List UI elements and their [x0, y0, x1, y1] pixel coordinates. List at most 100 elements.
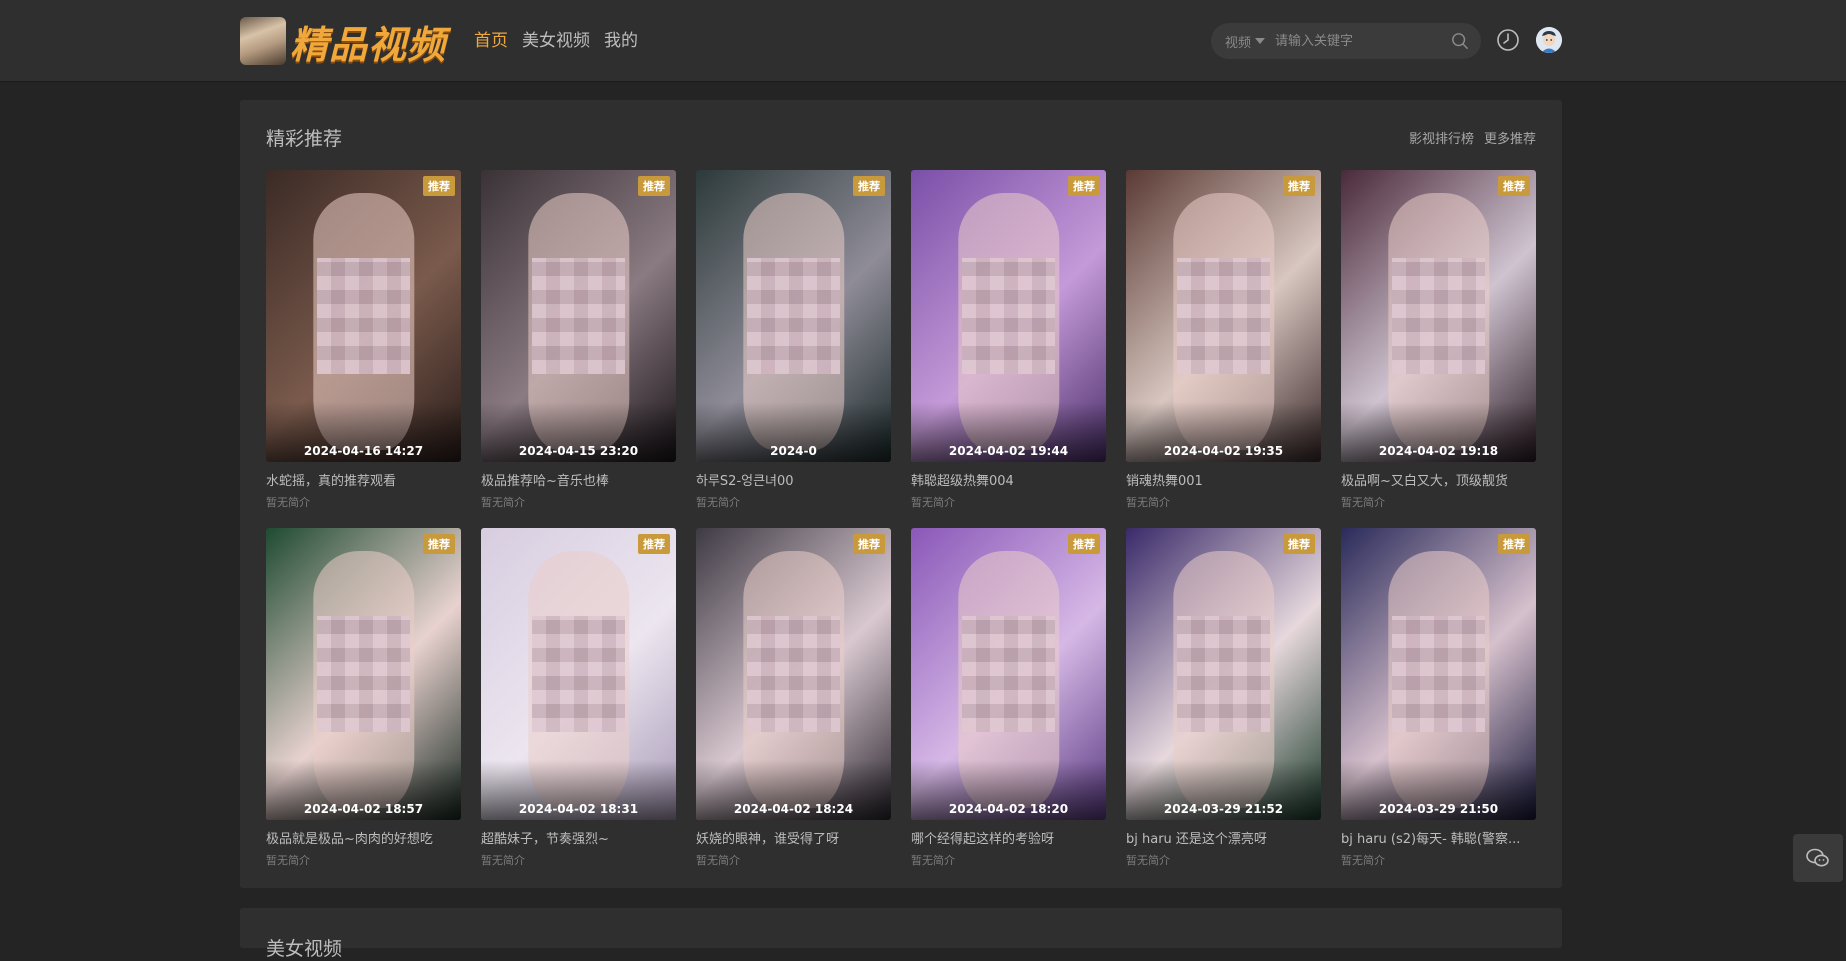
video-description: 暂无简介 — [266, 854, 310, 867]
recommend-badge: 推荐 — [1283, 176, 1315, 196]
recommend-badge: 推荐 — [853, 534, 885, 554]
video-description: 暂无简介 — [1126, 496, 1170, 509]
video-date: 2024-04-02 19:44 — [948, 444, 1069, 458]
video-date: 2024-04-15 23:20 — [518, 444, 639, 458]
nav-beauty-videos[interactable]: 美女视频 — [522, 26, 590, 51]
recommend-panel: 精彩推荐 影视排行榜 更多推荐 推荐 2024-04-16 14:27 水蛇摇，真的… — [240, 100, 1562, 888]
search-bar: 视频 — [1211, 23, 1481, 59]
search-input[interactable] — [1273, 32, 1438, 50]
recommend-badge: 推荐 — [1283, 534, 1315, 554]
search-category-select[interactable]: 视频 — [1225, 32, 1266, 51]
mosaic-blur — [1391, 615, 1486, 733]
video-title[interactable]: 韩聪超级热舞004 — [911, 470, 1106, 489]
video-thumbnail[interactable]: 推荐 2024-04-15 23:20 — [481, 170, 676, 462]
video-title[interactable]: 极品就是极品~肉肉的好想吃 — [266, 828, 461, 847]
site-logo[interactable]: 精品视频 — [240, 16, 446, 67]
video-title[interactable]: 妖娆的眼神，谁受得了呀 — [696, 828, 891, 847]
video-card[interactable]: 推荐 2024-04-02 18:31 超酷妹子，节奏强烈~ 暂无简介 — [481, 528, 676, 878]
video-thumbnail[interactable]: 推荐 2024-04-02 19:44 — [911, 170, 1106, 462]
video-card[interactable]: 推荐 2024-04-02 19:44 韩聪超级热舞004 暂无简介 — [911, 170, 1106, 520]
recommend-badge: 推荐 — [1498, 176, 1530, 196]
mosaic-blur — [316, 615, 411, 733]
top-header: 精品视频 首页 美女视频 我的 视频 — [0, 0, 1846, 82]
video-title[interactable]: 超酷妹子，节奏强烈~ — [481, 828, 676, 847]
mosaic-blur — [961, 615, 1056, 733]
video-date: 2024-04-02 19:18 — [1378, 444, 1499, 458]
nav-mine[interactable]: 我的 — [604, 26, 638, 51]
video-description: 暂无简介 — [266, 496, 310, 509]
video-description: 暂无简介 — [911, 496, 955, 509]
video-card[interactable]: 推荐 2024-04-02 19:35 销魂热舞001 暂无简介 — [1126, 170, 1321, 520]
chevron-down-icon — [1255, 38, 1266, 44]
video-thumbnail[interactable]: 推荐 2024-0 — [696, 170, 891, 462]
video-title[interactable]: 销魂热舞001 — [1126, 470, 1321, 489]
ranking-link[interactable]: 影视排行榜 — [1409, 128, 1474, 147]
recommend-badge: 推荐 — [1068, 534, 1100, 554]
beauty-videos-panel: 美女视频 — [240, 908, 1562, 960]
video-title[interactable]: 水蛇摇，真的推荐观看 — [266, 470, 461, 489]
mosaic-blur — [1391, 257, 1486, 375]
video-description: 暂无简介 — [481, 496, 525, 509]
video-date: 2024-04-16 14:27 — [303, 444, 424, 458]
main-nav: 首页 美女视频 我的 — [474, 26, 638, 51]
search-category-label: 视频 — [1225, 35, 1252, 51]
mosaic-blur — [961, 257, 1056, 375]
video-card[interactable]: 推荐 2024-04-15 23:20 极品推荐哈~音乐也棒暂无简介 — [481, 170, 676, 520]
mosaic-blur — [746, 257, 841, 375]
recommend-badge: 推荐 — [638, 176, 670, 196]
video-description: 暂无简介 — [1341, 854, 1385, 867]
video-thumbnail[interactable]: 推荐 2024-04-02 18:57 — [266, 528, 461, 820]
video-date: 2024-0 — [770, 444, 817, 458]
video-card[interactable]: 推荐 2024-03-29 21:52 bj haru 还是这个漂亮呀暂无简介 — [1126, 528, 1321, 878]
mosaic-blur — [1176, 615, 1271, 733]
video-description: 暂无简介 — [911, 854, 955, 867]
mosaic-blur — [531, 615, 626, 733]
video-title[interactable]: 哪个经得起这样的考验呀 — [911, 828, 1106, 847]
section-links: 影视排行榜 更多推荐 — [1409, 128, 1536, 147]
video-thumbnail[interactable]: 推荐 2024-03-29 21:50 — [1341, 528, 1536, 820]
video-thumbnail[interactable]: 推荐 2024-04-02 19:18 — [1341, 170, 1536, 462]
video-card[interactable]: 推荐 2024-04-02 18:57 极品就是极品~肉肉的好想吃暂无简介 — [266, 528, 461, 878]
wechat-float-button[interactable] — [1793, 834, 1843, 882]
video-description: 暂无简介 — [696, 854, 740, 867]
video-date: 2024-04-02 18:20 — [948, 802, 1069, 816]
nav-home[interactable]: 首页 — [474, 26, 508, 51]
video-card[interactable]: 推荐 2024-0 하루S2-엉큰녀00 暂无简介 — [696, 170, 891, 520]
video-date: 2024-04-02 18:24 — [733, 802, 854, 816]
video-card[interactable]: 推荐 2024-04-02 19:18 极品啊~又白又大，顶级靓货暂无简介 — [1341, 170, 1536, 520]
video-description: 暂无简介 — [481, 854, 525, 867]
mosaic-blur — [746, 615, 841, 733]
video-card[interactable]: 推荐 2024-04-02 18:20 哪个经得起这样的考验呀暂无简介 — [911, 528, 1106, 878]
user-avatar-icon[interactable] — [1536, 27, 1562, 53]
video-thumbnail[interactable]: 推荐 2024-04-16 14:27 — [266, 170, 461, 462]
video-date: 2024-03-29 21:50 — [1378, 802, 1499, 816]
video-thumbnail[interactable]: 推荐 2024-04-02 19:35 — [1126, 170, 1321, 462]
video-card[interactable]: 推荐 2024-04-16 14:27 水蛇摇，真的推荐观看暂无简介 — [266, 170, 461, 520]
video-thumbnail[interactable]: 推荐 2024-04-02 18:31 — [481, 528, 676, 820]
video-title[interactable]: bj haru (s2)每天- 韩聪(警察... — [1341, 828, 1536, 847]
video-description: 暂无简介 — [1126, 854, 1170, 867]
video-title[interactable]: 极品推荐哈~音乐也棒 — [481, 470, 676, 489]
video-thumbnail[interactable]: 推荐 2024-04-02 18:20 — [911, 528, 1106, 820]
logo-avatar-image — [240, 17, 286, 65]
video-title[interactable]: bj haru 还是这个漂亮呀 — [1126, 828, 1321, 847]
video-description: 暂无简介 — [1341, 496, 1385, 509]
video-date: 2024-04-02 19:35 — [1163, 444, 1284, 458]
video-date: 2024-03-29 21:52 — [1163, 802, 1284, 816]
recommend-badge: 推荐 — [1068, 176, 1100, 196]
wechat-icon — [1806, 848, 1829, 867]
section-title: 精彩推荐 — [266, 128, 343, 150]
video-thumbnail[interactable]: 推荐 2024-04-02 18:24 — [696, 528, 891, 820]
video-card[interactable]: 推荐 2024-03-29 21:50 bj haru (s2)每天- 韩聪(警察.… — [1341, 528, 1536, 878]
more-recommend-link[interactable]: 更多推荐 — [1484, 128, 1536, 147]
recommend-badge: 推荐 — [423, 534, 455, 554]
search-icon[interactable] — [1451, 32, 1469, 50]
history-clock-icon[interactable] — [1496, 28, 1520, 52]
video-date: 2024-04-02 18:31 — [518, 802, 639, 816]
video-title[interactable]: 极品啊~又白又大，顶级靓货 — [1341, 470, 1536, 489]
recommend-badge: 推荐 — [853, 176, 885, 196]
video-title[interactable]: 하루S2-엉큰녀00 — [696, 470, 891, 489]
video-card[interactable]: 推荐 2024-04-02 18:24 妖娆的眼神，谁受得了呀暂无简介 — [696, 528, 891, 878]
video-thumbnail[interactable]: 推荐 2024-03-29 21:52 — [1126, 528, 1321, 820]
recommend-badge: 推荐 — [1498, 534, 1530, 554]
